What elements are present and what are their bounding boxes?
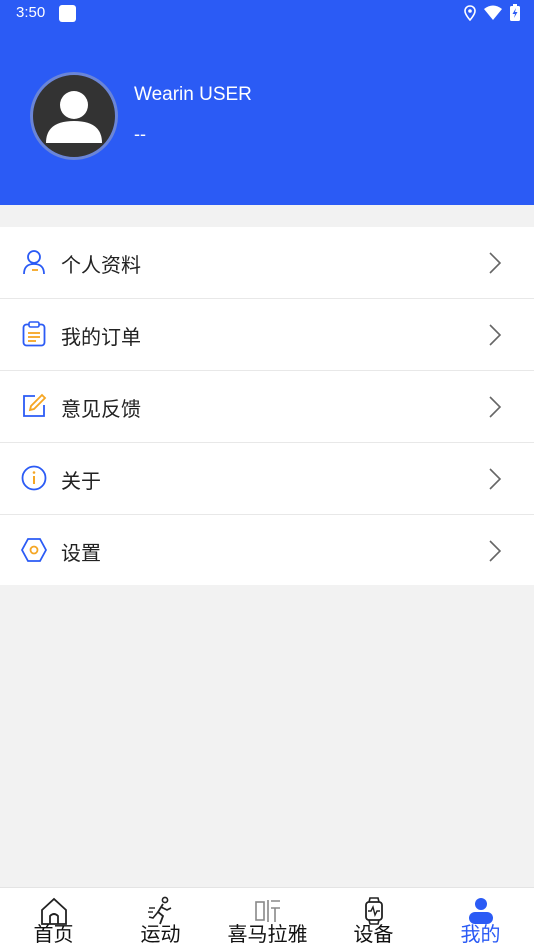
status-bar: 3:50 — [0, 0, 534, 28]
person-icon — [23, 250, 45, 275]
user-subtitle: -- — [134, 124, 146, 144]
menu-label: 个人资料 — [61, 253, 141, 277]
tab-label: 我的 — [460, 922, 501, 946]
chevron-right-icon — [489, 252, 502, 274]
status-icons — [464, 4, 520, 21]
tab-mine[interactable]: 我的 — [427, 888, 534, 950]
menu-item-feedback[interactable]: 意见反馈 — [0, 371, 534, 443]
avatar[interactable] — [30, 72, 118, 160]
menu-item-about[interactable]: 关于 — [0, 443, 534, 515]
menu-label: 我的订单 — [61, 325, 141, 349]
menu-item-orders[interactable]: 我的订单 — [0, 299, 534, 371]
clipboard-icon — [22, 321, 46, 347]
username: Wearin USER — [134, 84, 252, 105]
menu-list: 个人资料 我的订单 意见反馈 关于 设置 — [0, 227, 534, 585]
tab-label: 喜马拉雅 — [227, 922, 308, 946]
chevron-right-icon — [489, 468, 502, 490]
tab-sports[interactable]: 运动 — [107, 888, 214, 950]
bottom-tab-bar: 首页 运动 喜马拉雅 设备 我的 — [0, 887, 534, 950]
menu-item-profile[interactable]: 个人资料 — [0, 227, 534, 299]
tab-ximalaya[interactable]: 喜马拉雅 — [214, 888, 321, 950]
menu-label: 意见反馈 — [61, 397, 141, 421]
edit-icon — [23, 393, 47, 417]
status-time: 3:50 — [16, 4, 46, 21]
profile-header: 3:50 Wearin USER -- — [0, 0, 534, 205]
tab-home[interactable]: 首页 — [0, 888, 107, 950]
chevron-right-icon — [489, 540, 502, 562]
tab-label: 首页 — [33, 922, 74, 946]
hexagon-settings-icon — [21, 538, 47, 562]
user-silhouette-icon — [46, 91, 102, 143]
notification-icon — [59, 5, 76, 22]
menu-label: 关于 — [61, 469, 101, 493]
chevron-right-icon — [489, 396, 502, 418]
location-icon — [464, 4, 476, 21]
battery-charging-icon — [510, 4, 520, 21]
tab-label: 运动 — [140, 922, 181, 946]
menu-item-settings[interactable]: 设置 — [0, 515, 534, 585]
tab-label: 设备 — [353, 922, 394, 946]
info-icon — [21, 465, 47, 491]
wifi-icon — [484, 5, 502, 20]
tab-device[interactable]: 设备 — [320, 888, 427, 950]
chevron-right-icon — [489, 324, 502, 346]
menu-label: 设置 — [61, 541, 101, 565]
